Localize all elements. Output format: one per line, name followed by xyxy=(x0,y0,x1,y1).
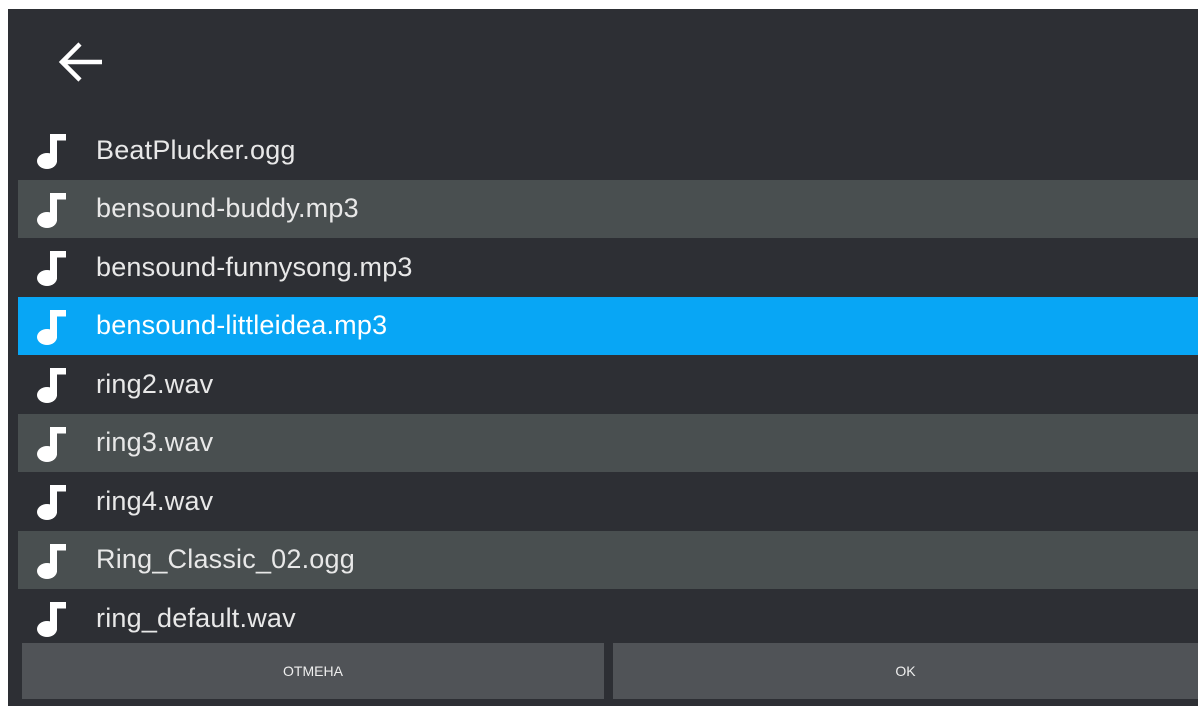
dialog-header xyxy=(8,9,1198,121)
file-name: ring_default.wav xyxy=(96,602,296,633)
file-name: bensound-littleidea.mp3 xyxy=(96,310,388,341)
file-row[interactable]: ring3.wav xyxy=(18,413,1198,472)
file-row[interactable]: Ring_Classic_02.ogg xyxy=(18,530,1198,589)
file-list[interactable]: BeatPlucker.ogg bensound-buddy.mp3 benso… xyxy=(18,121,1198,641)
file-row-selected[interactable]: bensound-littleidea.mp3 xyxy=(18,296,1198,355)
file-name: bensound-buddy.mp3 xyxy=(96,193,359,224)
cancel-button[interactable]: ОТМЕНА xyxy=(22,643,604,699)
file-name: Ring_Classic_02.ogg xyxy=(96,544,355,575)
file-name: bensound-funnysong.mp3 xyxy=(96,251,413,282)
file-row[interactable]: bensound-funnysong.mp3 xyxy=(18,238,1198,297)
file-name: ring2.wav xyxy=(96,368,214,399)
file-row[interactable]: ring4.wav xyxy=(18,472,1198,531)
music-note-icon xyxy=(36,189,70,229)
file-row[interactable]: ring_default.wav xyxy=(18,589,1198,641)
file-row[interactable]: BeatPlucker.ogg xyxy=(18,121,1198,180)
music-note-icon xyxy=(36,481,70,521)
file-name: ring3.wav xyxy=(96,427,214,458)
music-note-icon xyxy=(36,364,70,404)
back-button[interactable] xyxy=(52,37,108,87)
file-picker-dialog: BeatPlucker.ogg bensound-buddy.mp3 benso… xyxy=(8,9,1198,706)
file-row[interactable]: bensound-buddy.mp3 xyxy=(18,179,1198,238)
file-row[interactable]: ring2.wav xyxy=(18,355,1198,414)
music-note-icon xyxy=(36,598,70,638)
dialog-footer: ОТМЕНА OK xyxy=(8,641,1198,706)
file-name: ring4.wav xyxy=(96,485,214,516)
music-note-icon xyxy=(36,130,70,170)
music-note-icon xyxy=(36,423,70,463)
arrow-back-icon xyxy=(58,42,102,82)
music-note-icon xyxy=(36,247,70,287)
music-note-icon xyxy=(36,540,70,580)
ok-button[interactable]: OK xyxy=(613,643,1198,699)
file-name: BeatPlucker.ogg xyxy=(96,134,296,165)
music-note-icon xyxy=(36,306,70,346)
